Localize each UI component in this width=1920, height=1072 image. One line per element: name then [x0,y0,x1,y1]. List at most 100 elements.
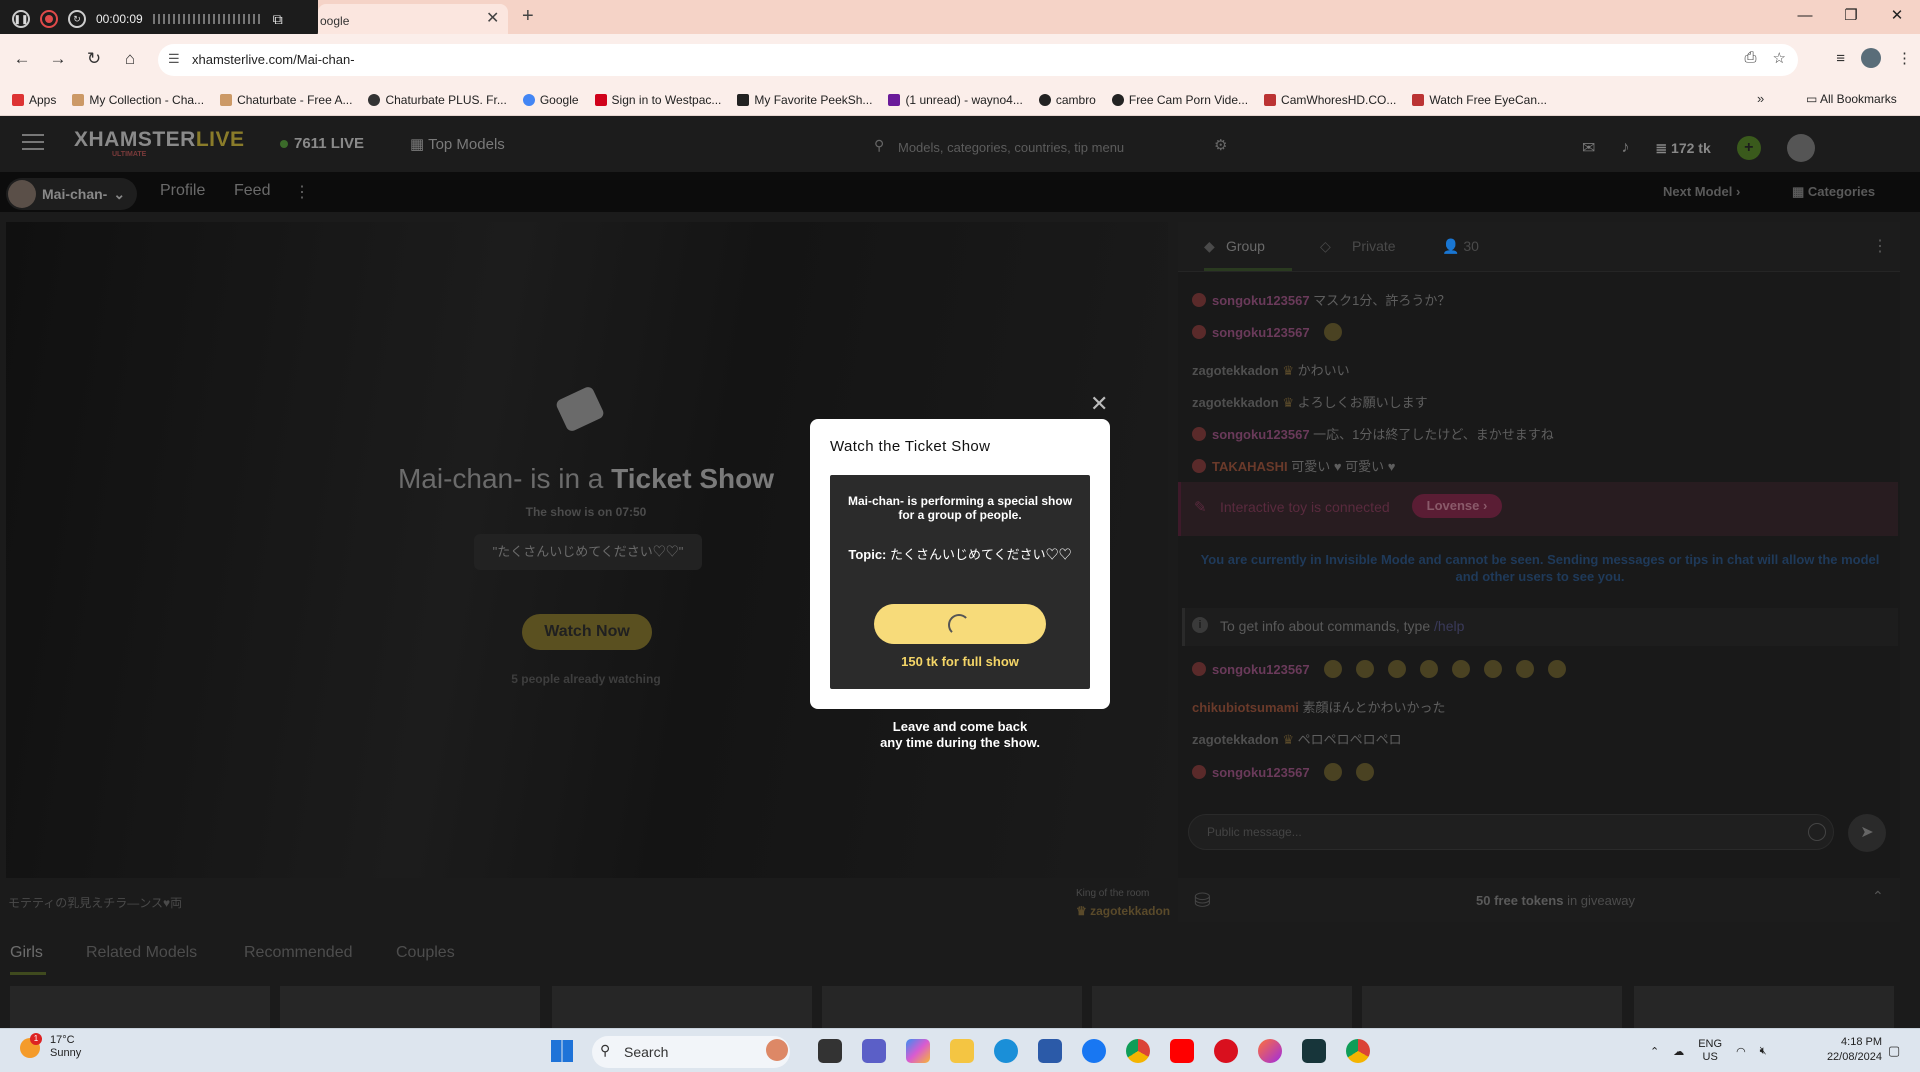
buy-tokens-button[interactable]: + [1736,136,1761,160]
viewers-tab[interactable]: 👤 30 [1442,238,1479,255]
profile-link[interactable]: Profile [160,182,205,200]
bookmark-item[interactable]: Free Cam Porn Vide... [1111,93,1248,107]
bookmark-item[interactable]: Watch Free EyeCan... [1412,93,1547,107]
taskbar-clock[interactable]: 4:18 PM 22/08/2024 [1812,1035,1882,1065]
pip-icon[interactable]: ⧉ [273,11,283,28]
language-indicator[interactable]: ENG US [1698,1038,1722,1064]
bookmark-item[interactable]: (1 unread) - wayno4... [888,93,1023,107]
bookmark-item[interactable]: My Collection - Cha... [72,93,204,107]
profile-avatar[interactable] [1861,48,1881,68]
bookmark-item[interactable]: Chaturbate - Free A... [220,93,352,107]
task-view-icon[interactable] [818,1039,842,1063]
bookmark-item[interactable]: CamWhoresHD.CO... [1264,93,1396,107]
live-count[interactable]: 7611 LIVE [280,135,364,152]
edge-icon[interactable] [994,1039,1018,1063]
home-icon[interactable]: ⌂ [112,49,148,69]
facebook-icon[interactable] [1082,1039,1106,1063]
copilot-icon[interactable] [906,1039,930,1063]
tab-girls[interactable]: Girls [10,944,43,962]
bookmark-item[interactable]: Chaturbate PLUS. Fr... [368,93,507,107]
chevron-up-icon[interactable]: ⌃ [1872,888,1884,905]
url-text[interactable]: xhamsterlive.com/Mai-chan- [192,52,355,67]
restart-icon[interactable]: ↻ [68,10,86,28]
token-balance[interactable]: ≣ 172 tk [1655,140,1710,157]
bookmark-star-icon[interactable]: ☆ [1773,49,1786,67]
bookmarks-overflow-icon[interactable]: » [1757,91,1764,106]
model-thumbnail[interactable] [280,986,540,1028]
messages-icon[interactable]: ✉ [1582,138,1595,158]
model-thumbnail[interactable] [1634,986,1894,1028]
model-thumbnail[interactable] [552,986,812,1028]
send-button[interactable]: ➤ [1848,814,1886,852]
bookmark-item[interactable]: Sign in to Westpac... [594,93,721,107]
all-bookmarks[interactable]: ▭ All Bookmarks [1806,92,1897,106]
youtube-icon[interactable] [1170,1039,1194,1063]
tab-close-icon[interactable]: ✕ [486,8,499,28]
emoji-picker-icon[interactable] [1808,823,1826,841]
lovense-button[interactable]: Lovense › [1412,494,1502,518]
bookmark-item[interactable]: Google [522,93,579,107]
tab-recommended[interactable]: Recommended [244,944,353,962]
chrome-icon[interactable] [1126,1039,1150,1063]
bookmark-item[interactable]: My Favorite PeekSh... [737,93,872,107]
media-control-icon[interactable]: ≡ [1836,50,1845,67]
reload-icon[interactable]: ↻ [76,49,112,69]
tab-couples[interactable]: Couples [396,944,455,962]
bookmark-item[interactable]: Apps [12,93,56,107]
site-search-input[interactable]: Models, categories, countries, tip menu [866,132,1236,162]
model-thumbnail[interactable] [822,986,1082,1028]
tab-group[interactable]: Group [1226,238,1265,254]
filter-icon[interactable]: ⚙ [1214,136,1227,154]
menu-icon[interactable]: ⋮ [1897,49,1912,67]
chat-message: songoku123567 [1192,660,1566,678]
back-icon[interactable]: ← [4,49,40,69]
model-chip[interactable]: Mai-chan- ⌄ [6,178,138,210]
notifications-bell-icon[interactable]: ♪ [1621,139,1629,157]
tab-related-models[interactable]: Related Models [86,944,197,962]
model-thumbnail[interactable] [10,986,270,1028]
tab-private[interactable]: Private [1352,238,1396,254]
onedrive-cloud-icon[interactable]: ☁ [1673,1045,1684,1058]
record-icon[interactable] [40,10,58,28]
feed-link[interactable]: Feed [234,182,270,200]
new-tab-icon[interactable]: + [522,5,534,28]
hamburger-menu-icon[interactable] [22,134,44,150]
firefox-icon[interactable] [1258,1039,1282,1063]
pause-icon[interactable]: ❚❚ [12,10,30,28]
bookmark-item[interactable]: cambro [1038,93,1096,107]
minimize-icon[interactable]: — [1782,0,1828,34]
tray-chevron-up-icon[interactable]: ⌃ [1650,1045,1659,1058]
modal-close-icon[interactable]: ✕ [1090,391,1108,417]
chat-more-icon[interactable]: ⋮ [1872,236,1888,256]
site-logo[interactable]: XHAMSTERLIVE [74,128,245,152]
site-info-icon[interactable]: ☰ [168,51,180,67]
install-icon[interactable]: ⎙ [1745,49,1757,67]
taskbar-search[interactable]: Search [592,1036,790,1068]
app-icon[interactable] [1302,1039,1326,1063]
chrome-active-icon[interactable] [1346,1039,1370,1063]
weather-widget[interactable]: 17°C Sunny [50,1034,81,1060]
windows-start-icon[interactable] [551,1040,573,1062]
categories-button[interactable]: ▦ Categories [1792,184,1875,200]
top-models-link[interactable]: ▦ Top Models [410,135,505,153]
king-name[interactable]: ♛ zagotekkadon [1076,904,1170,918]
public-message-input[interactable]: Public message... [1188,814,1834,850]
notification-center-icon[interactable]: ▢ [1888,1043,1900,1059]
more-options-icon[interactable]: ⋮ [294,182,310,202]
model-thumbnail[interactable] [1362,986,1622,1028]
wifi-icon[interactable]: ◠ [1736,1045,1746,1058]
opera-icon[interactable] [1214,1039,1238,1063]
model-thumbnail[interactable] [1092,986,1352,1028]
next-model-button[interactable]: Next Model › [1663,184,1740,199]
watch-now-button[interactable]: Watch Now [522,614,652,650]
restore-icon[interactable]: ❐ [1828,0,1874,34]
close-window-icon[interactable]: ✕ [1874,0,1920,34]
user-avatar[interactable] [1786,134,1815,162]
speaker-mute-icon[interactable]: 🔇︎ [1760,1045,1767,1058]
file-explorer-icon[interactable] [950,1039,974,1063]
browser-tab[interactable]: oogle [318,4,508,34]
address-bar[interactable] [158,44,1798,76]
forward-icon[interactable]: → [40,49,76,69]
store-icon[interactable] [1038,1039,1062,1063]
teams-icon[interactable] [862,1039,886,1063]
